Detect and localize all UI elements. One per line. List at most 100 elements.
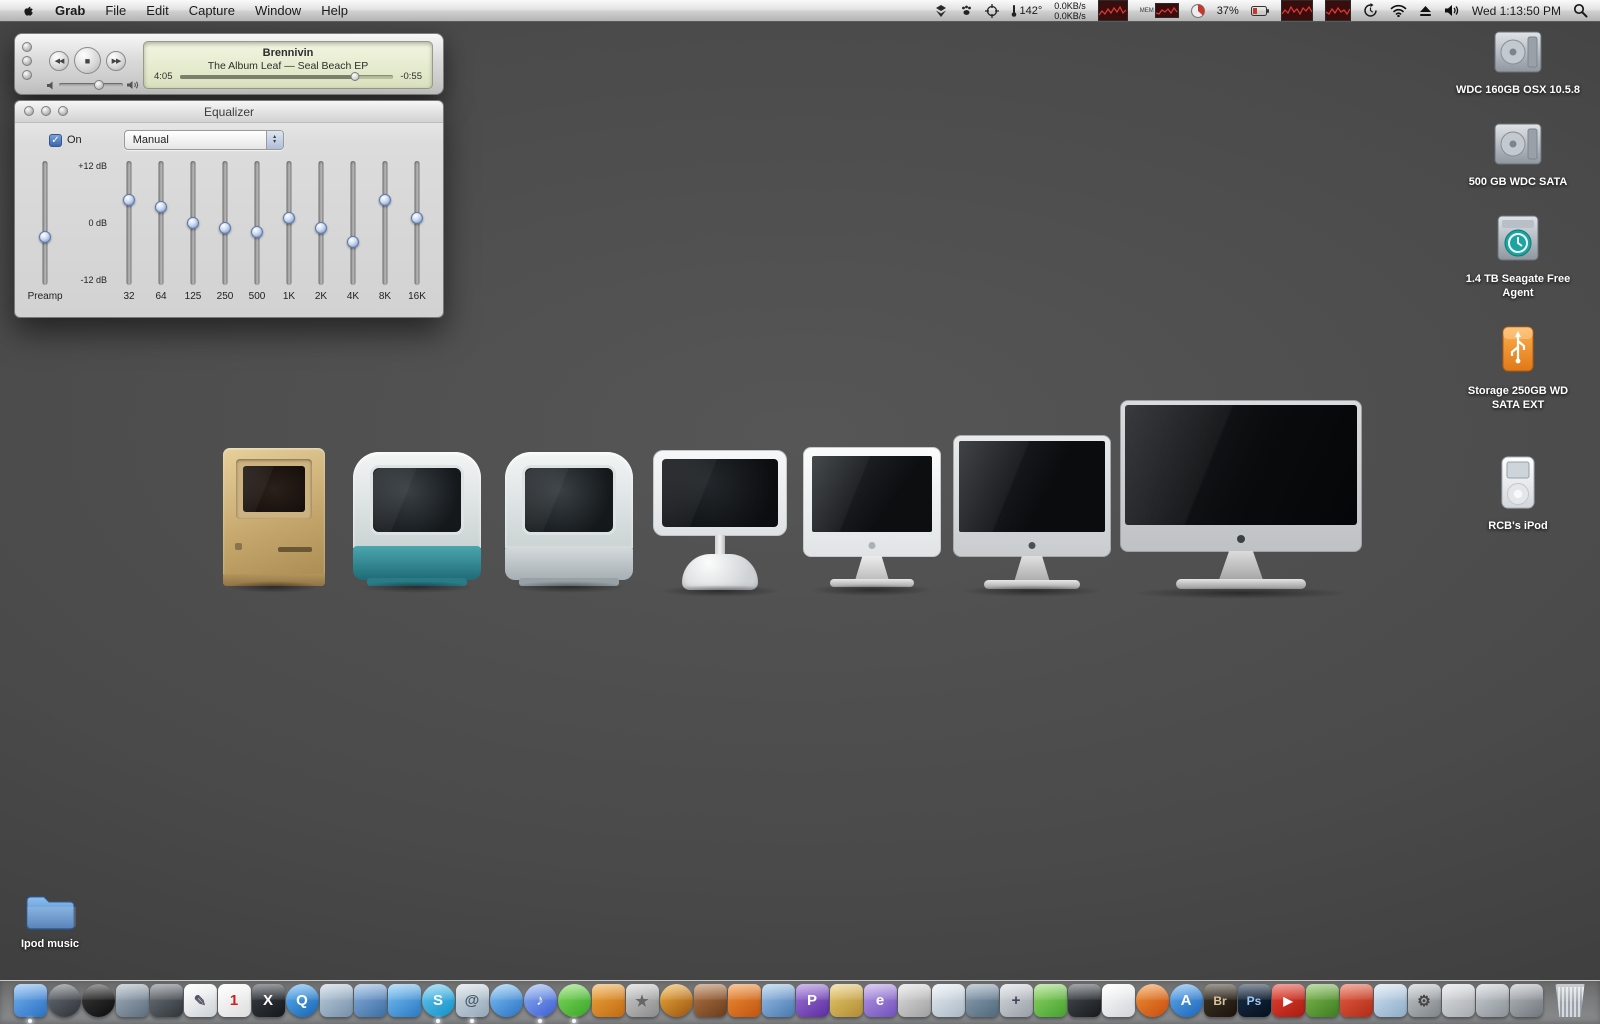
dock-icon-skype[interactable]: S [421, 984, 455, 1017]
dock-icon-photo-booth[interactable] [149, 984, 183, 1017]
band-16k-slider-knob[interactable] [411, 212, 423, 225]
band-4k-slider-knob[interactable] [347, 235, 359, 248]
band-64-slider-knob[interactable] [155, 200, 167, 213]
network-graph-icon[interactable] [1097, 0, 1128, 21]
desktop-icon-rcb-s-ipod[interactable]: RCB's iPod [1488, 456, 1548, 533]
dropbox-icon[interactable] [934, 0, 948, 21]
dock-icon-audacity[interactable] [659, 984, 693, 1017]
band-2k-slider-track[interactable] [314, 161, 328, 285]
dock-icon-tool-app[interactable] [965, 984, 999, 1017]
menu-capture[interactable]: Capture [179, 3, 245, 18]
dock-icon-gold-app[interactable] [829, 984, 863, 1017]
dock-icon-star-app[interactable]: ★ [625, 984, 659, 1017]
band-1k-slider-track[interactable] [282, 161, 296, 285]
desktop-icon-500-gb-wdc-sata[interactable]: 500 GB WDC SATA [1469, 122, 1567, 189]
dock-icon-trash[interactable] [1555, 984, 1585, 1017]
dock-icon-vinyl-app[interactable] [81, 984, 115, 1017]
temperature-item[interactable]: 142° [1011, 0, 1042, 21]
preamp-slider-knob[interactable] [39, 231, 52, 243]
progress-thumb[interactable] [350, 71, 360, 81]
dock-icon-ichat[interactable] [387, 984, 421, 1017]
eq-preset-dropdown[interactable]: Manual ▴ ▾ [123, 130, 284, 150]
band-4k-slider-track[interactable] [346, 161, 360, 285]
desktop-icon-wdc-160gb-osx-10-5-8[interactable]: WDC 160GB OSX 10.5.8 [1456, 30, 1580, 97]
desktop-icon-ipod-music[interactable]: Ipod music [16, 891, 84, 951]
disk-percent-value[interactable]: 37% [1217, 0, 1239, 21]
volume-icon[interactable] [1444, 0, 1460, 21]
dock-icon-parallels[interactable]: P [795, 984, 829, 1017]
dock-icon-green-app[interactable] [1033, 984, 1067, 1017]
dock-icon-emule[interactable]: e [863, 984, 897, 1017]
dock-icon-safari[interactable] [489, 984, 523, 1017]
band-64-slider-track[interactable] [154, 161, 168, 285]
dock-icon-firefox[interactable] [1135, 984, 1169, 1017]
zoom-button[interactable] [22, 70, 32, 80]
dock-icon-itunes[interactable]: ♪ [523, 984, 557, 1017]
dock-icon-bridge[interactable]: Br [1203, 984, 1237, 1017]
dock-icon-app-store[interactable]: A [1169, 984, 1203, 1017]
close-button[interactable] [24, 106, 34, 116]
band-32-slider-knob[interactable] [123, 193, 135, 206]
dock-icon-preview[interactable] [319, 984, 353, 1017]
desktop-icon-storage-250gb-wd-sata-ext[interactable]: Storage 250GB WD SATA EXT [1453, 325, 1583, 413]
dock-icon-finder[interactable] [13, 984, 47, 1017]
disk-pie-icon[interactable] [1190, 0, 1205, 21]
band-250-slider-track[interactable] [218, 161, 232, 285]
dock-icon-utility2[interactable] [1509, 984, 1543, 1017]
band-1k-slider-knob[interactable] [283, 212, 295, 225]
band-500-slider-track[interactable] [250, 161, 264, 285]
activity-graph-icon[interactable] [1324, 0, 1351, 21]
dock-icon-dark-utility[interactable] [1067, 984, 1101, 1017]
dock-icon-spotify[interactable] [557, 984, 591, 1017]
dock-icon-system-preferences[interactable]: ⚙ [1407, 984, 1441, 1017]
dock-icon-calculator[interactable]: + [999, 984, 1033, 1017]
menu-file[interactable]: File [95, 3, 136, 18]
band-125-slider-knob[interactable] [187, 217, 199, 229]
apple-menu[interactable] [12, 0, 45, 21]
dock-icon-mail[interactable]: @ [455, 984, 489, 1017]
band-16k-slider-track[interactable] [410, 161, 424, 285]
minimize-button[interactable] [22, 56, 32, 66]
dock-icon-white-doc[interactable] [1101, 984, 1135, 1017]
stop-button[interactable]: ■ [74, 47, 101, 74]
app-menu-grab[interactable]: Grab [45, 3, 95, 18]
dock-icon-blender[interactable] [727, 984, 761, 1017]
previous-track-button[interactable]: ◀◀ [49, 50, 69, 71]
dock-icon-remote-desktop[interactable] [115, 984, 149, 1017]
crosshair-icon[interactable] [984, 0, 999, 21]
wifi-icon[interactable] [1390, 0, 1407, 21]
dock-icon-photoshop[interactable]: Ps [1237, 984, 1271, 1017]
dock-icon-stacks[interactable] [1441, 984, 1475, 1017]
menu-clock[interactable]: Wed 1:13:50 PM [1472, 0, 1561, 21]
eq-on-checkbox[interactable]: ✓ [49, 133, 62, 147]
progress-bar[interactable] [179, 71, 394, 81]
paw-icon[interactable] [960, 0, 973, 21]
band-125-slider-track[interactable] [186, 161, 200, 285]
dock-icon-dino-app[interactable] [1305, 984, 1339, 1017]
dock-icon-textedit[interactable]: ✎ [183, 984, 217, 1017]
dock-icon-chart-app[interactable] [931, 984, 965, 1017]
eject-icon[interactable] [1419, 0, 1432, 21]
band-500-slider-knob[interactable] [251, 226, 263, 239]
equalizer-titlebar[interactable]: Equalizer [15, 101, 443, 123]
dock-icon-transmission[interactable] [353, 984, 387, 1017]
network-speed-item[interactable]: 0.0KB/s 0.0KB/s [1054, 0, 1086, 21]
dock-icon-red-app[interactable] [1339, 984, 1373, 1017]
minimize-button[interactable] [41, 106, 51, 116]
dock-icon-x11[interactable]: X [251, 984, 285, 1017]
menu-edit[interactable]: Edit [136, 3, 178, 18]
dock-icon-youtube[interactable]: ▶ [1271, 984, 1305, 1017]
dock-icon-word-app[interactable] [761, 984, 795, 1017]
close-button[interactable] [22, 42, 32, 52]
memory-graph-item[interactable]: MEM [1140, 0, 1179, 21]
spotlight-icon[interactable] [1573, 0, 1588, 21]
dock-icon-blue-doc[interactable] [1373, 984, 1407, 1017]
menu-help[interactable]: Help [311, 3, 358, 18]
time-machine-icon[interactable] [1363, 0, 1378, 21]
band-250-slider-knob[interactable] [219, 221, 231, 234]
volume-slider[interactable] [59, 80, 123, 90]
volume-thumb[interactable] [93, 80, 104, 90]
dock-icon-garageband[interactable] [693, 984, 727, 1017]
band-8k-slider-knob[interactable] [379, 193, 391, 206]
menu-window[interactable]: Window [245, 3, 311, 18]
